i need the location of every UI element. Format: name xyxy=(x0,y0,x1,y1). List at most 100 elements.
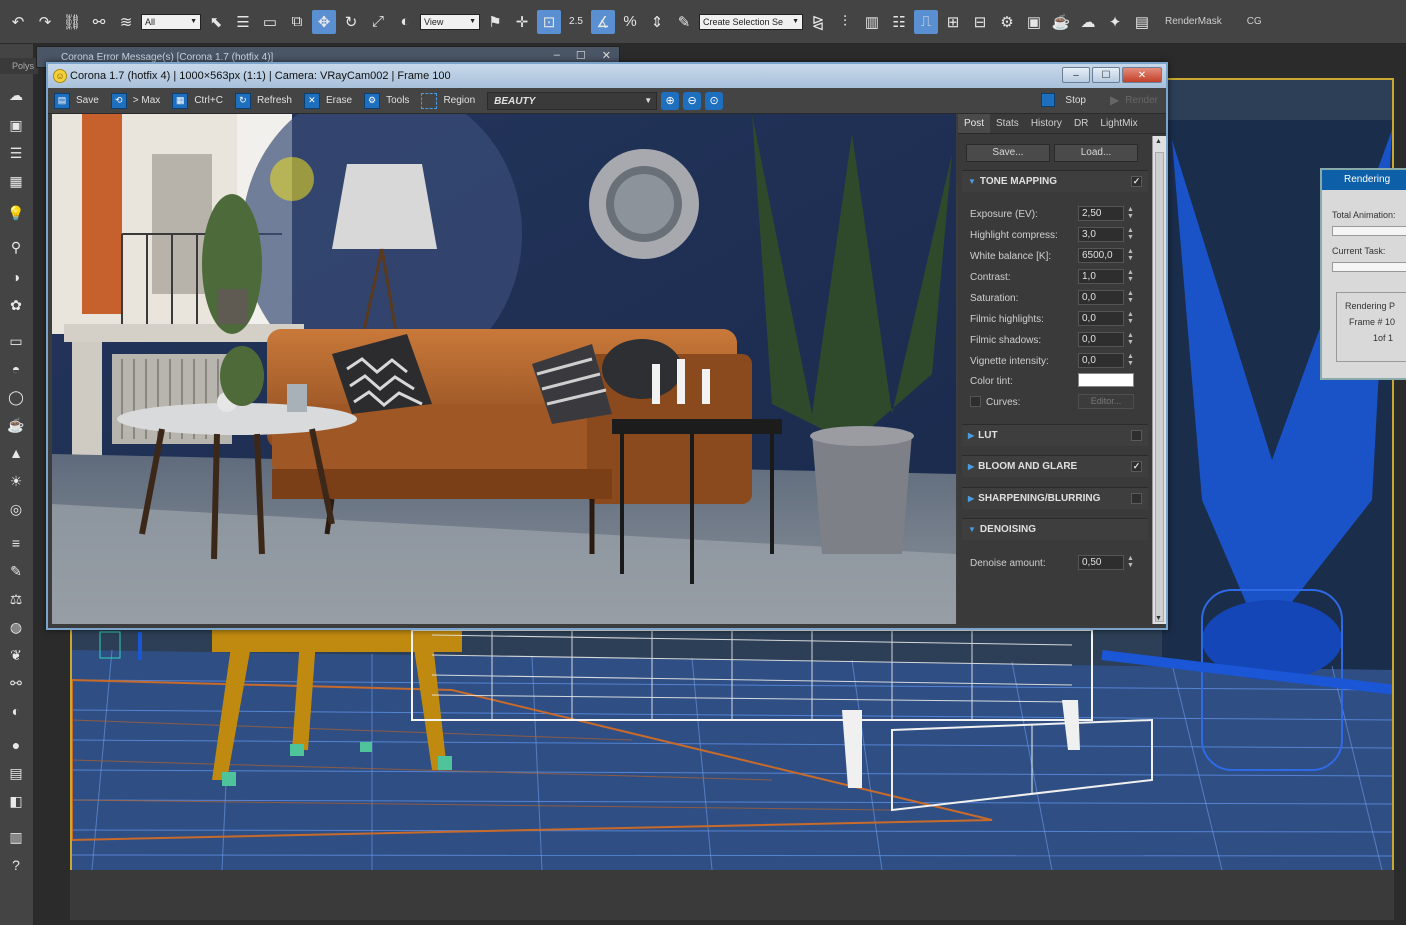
zoom-fit-icon[interactable]: ⊙ xyxy=(705,91,724,110)
bloom-glare-section[interactable]: ▶ BLOOM AND GLARE ✓ xyxy=(962,455,1148,477)
render-sequence-icon[interactable]: ▤ xyxy=(1130,10,1154,34)
scroll-down-icon[interactable]: ▼ xyxy=(1155,615,1162,622)
filmic-highlights-input[interactable]: 0,0 xyxy=(1078,311,1124,326)
maximize-icon[interactable]: ☐ xyxy=(576,49,586,62)
load-preset-button[interactable]: Load... xyxy=(1054,144,1138,162)
material-editor-icon[interactable]: ⊟ xyxy=(968,10,992,34)
light-bulb-icon[interactable]: 💡 xyxy=(4,202,28,224)
half-moon-icon[interactable]: ◑ xyxy=(4,266,28,288)
filmic-shadows-input[interactable]: 0,0 xyxy=(1078,332,1124,347)
named-selection-set-dropdown[interactable]: Create Selection Se ▼ xyxy=(699,13,803,30)
spinner-icon[interactable]: ▲ ▼ xyxy=(1127,227,1134,241)
spinner-icon[interactable]: ▲ ▼ xyxy=(1127,290,1134,304)
maximize-button[interactable]: ☐ xyxy=(1092,67,1120,83)
script-icon[interactable]: ▥ xyxy=(4,826,28,848)
mirror-icon[interactable]: ⧎ xyxy=(806,10,830,34)
help-icon[interactable]: ? xyxy=(4,854,28,876)
redo-icon[interactable]: ↷ xyxy=(33,10,57,34)
material-ball-icon[interactable]: ● xyxy=(4,734,28,756)
stop-button[interactable]: Stop xyxy=(1041,93,1086,107)
cg-label[interactable]: CG xyxy=(1247,16,1262,27)
map-icon[interactable]: ▤ xyxy=(4,762,28,784)
cluster-icon[interactable]: ✿ xyxy=(4,294,28,316)
lut-checkbox[interactable] xyxy=(1131,430,1142,441)
undo-icon[interactable]: ↶ xyxy=(6,10,30,34)
curve-editor-icon[interactable]: ⎍ xyxy=(914,9,938,34)
sun-icon[interactable]: ☀ xyxy=(4,470,28,492)
teapot-small-icon[interactable]: ☕ xyxy=(4,414,28,436)
rendered-image[interactable] xyxy=(52,114,956,624)
angle-snap-icon[interactable]: ∡ xyxy=(591,9,615,34)
refresh-button[interactable]: ↻ Refresh xyxy=(234,92,300,109)
panel-scrollbar[interactable]: ▲ ▼ xyxy=(1152,136,1166,624)
tab-dr[interactable]: DR xyxy=(1068,114,1094,133)
list-icon[interactable]: ☰ xyxy=(4,142,28,164)
spinner-icon[interactable]: ▲ ▼ xyxy=(1127,206,1134,220)
save-button[interactable]: ▤ Save xyxy=(54,92,107,109)
copy-button[interactable]: ▦ Ctrl+C xyxy=(172,92,231,109)
percent-snap-icon[interactable]: % xyxy=(618,10,642,34)
render-setup-icon[interactable]: ⚙ xyxy=(995,10,1019,34)
spinner-snap-icon[interactable]: ⇕ xyxy=(645,10,669,34)
bind-space-warp-icon[interactable]: ≋ xyxy=(114,10,138,34)
schematic-view-icon[interactable]: ⊞ xyxy=(941,10,965,34)
erase-button[interactable]: ✕ Erase xyxy=(303,92,360,109)
dome-icon[interactable]: ◓ xyxy=(4,358,28,380)
tab-post[interactable]: Post xyxy=(958,114,991,133)
render-activeshade-icon[interactable]: ✦ xyxy=(1103,10,1127,34)
white-balance-input[interactable]: 6500,0 xyxy=(1078,248,1124,263)
teapot-icon[interactable]: ☁ xyxy=(4,84,28,106)
edit-named-selection-icon[interactable]: ✎ xyxy=(672,10,696,34)
stripes-icon[interactable]: ≡ xyxy=(4,532,28,554)
denoising-section[interactable]: ▼ DENOISING xyxy=(962,518,1148,540)
close-icon[interactable]: ✕ xyxy=(602,49,611,62)
select-object-icon[interactable]: ⬉ xyxy=(204,10,228,34)
render-channel-dropdown[interactable]: BEAUTY ▼ xyxy=(487,91,658,110)
sphere-icon[interactable]: ◯ xyxy=(4,386,28,408)
close-button[interactable]: ✕ xyxy=(1122,67,1162,83)
send-to-max-button[interactable]: ⟲ > Max xyxy=(110,92,169,109)
tab-lightmix[interactable]: LightMix xyxy=(1094,114,1143,133)
shell-icon[interactable]: ◐ xyxy=(4,700,28,722)
zoom-in-icon[interactable]: ⊕ xyxy=(661,91,680,110)
select-rotate-icon[interactable]: ↻ xyxy=(339,10,363,34)
scroll-up-icon[interactable]: ▲ xyxy=(1155,138,1162,145)
spinner-icon[interactable]: ▲ ▼ xyxy=(1127,311,1134,325)
spinner-icon[interactable]: ▲ ▼ xyxy=(1127,248,1134,262)
tools-button[interactable]: ⚙ Tools xyxy=(364,92,417,109)
tone-mapping-checkbox[interactable]: ✓ xyxy=(1131,176,1142,187)
hierarchy-icon[interactable]: ⚖ xyxy=(4,588,28,610)
tab-stats[interactable]: Stats xyxy=(990,114,1025,133)
spinner-icon[interactable]: ▲ ▼ xyxy=(1127,353,1134,367)
window-crossing-icon[interactable]: ⧉ xyxy=(285,10,309,34)
polys-tab[interactable]: Polys xyxy=(0,58,38,74)
leaf-icon[interactable]: ❦ xyxy=(4,644,28,666)
keyboard-shortcut-override-icon[interactable]: ⊡ xyxy=(537,9,561,34)
zoom-out-icon[interactable]: ⊖ xyxy=(683,91,702,110)
reference-coordinate-dropdown[interactable]: View ▼ xyxy=(420,13,480,30)
exposure-input[interactable]: 2,50 xyxy=(1078,206,1124,221)
select-place-icon[interactable]: ◐ xyxy=(393,10,417,34)
tone-mapping-section[interactable]: ▼ TONE MAPPING ✓ xyxy=(962,170,1148,192)
toggle-ribbon-icon[interactable]: ☷ xyxy=(887,10,911,34)
vfb-titlebar[interactable]: ☺ Corona 1.7 (hotfix 4) | 1000×563px (1:… xyxy=(48,64,1166,88)
contrast-input[interactable]: 1,0 xyxy=(1078,269,1124,284)
rendering-progress-dialog[interactable]: Rendering Total Animation: Current Task:… xyxy=(1320,168,1406,380)
image-icon[interactable]: ▣ xyxy=(4,114,28,136)
denoise-amount-input[interactable]: 0,50 xyxy=(1078,555,1124,570)
minimize-icon[interactable]: – xyxy=(554,49,560,62)
spinner-icon[interactable]: ▲ ▼ xyxy=(1127,269,1134,283)
render-button[interactable]: ▶ Render xyxy=(1110,93,1158,107)
bone-icon[interactable]: ⚯ xyxy=(4,672,28,694)
color-tint-swatch[interactable] xyxy=(1078,373,1134,387)
spinner-icon[interactable]: ▲ ▼ xyxy=(1127,332,1134,346)
render-production-icon[interactable]: ☕ xyxy=(1049,10,1073,34)
align-icon[interactable]: ⫶ xyxy=(833,10,857,34)
grid-icon[interactable]: ▦ xyxy=(4,170,28,192)
pin-icon[interactable]: ⚲ xyxy=(4,236,28,258)
globe-icon[interactable]: ◍ xyxy=(4,616,28,638)
sharpening-section[interactable]: ▶ SHARPENING/BLURRING xyxy=(962,487,1148,509)
bloom-glare-checkbox[interactable]: ✓ xyxy=(1131,461,1142,472)
snaps-toggle-icon[interactable]: 2.5 xyxy=(564,10,588,34)
lut-section[interactable]: ▶ LUT xyxy=(962,424,1148,446)
